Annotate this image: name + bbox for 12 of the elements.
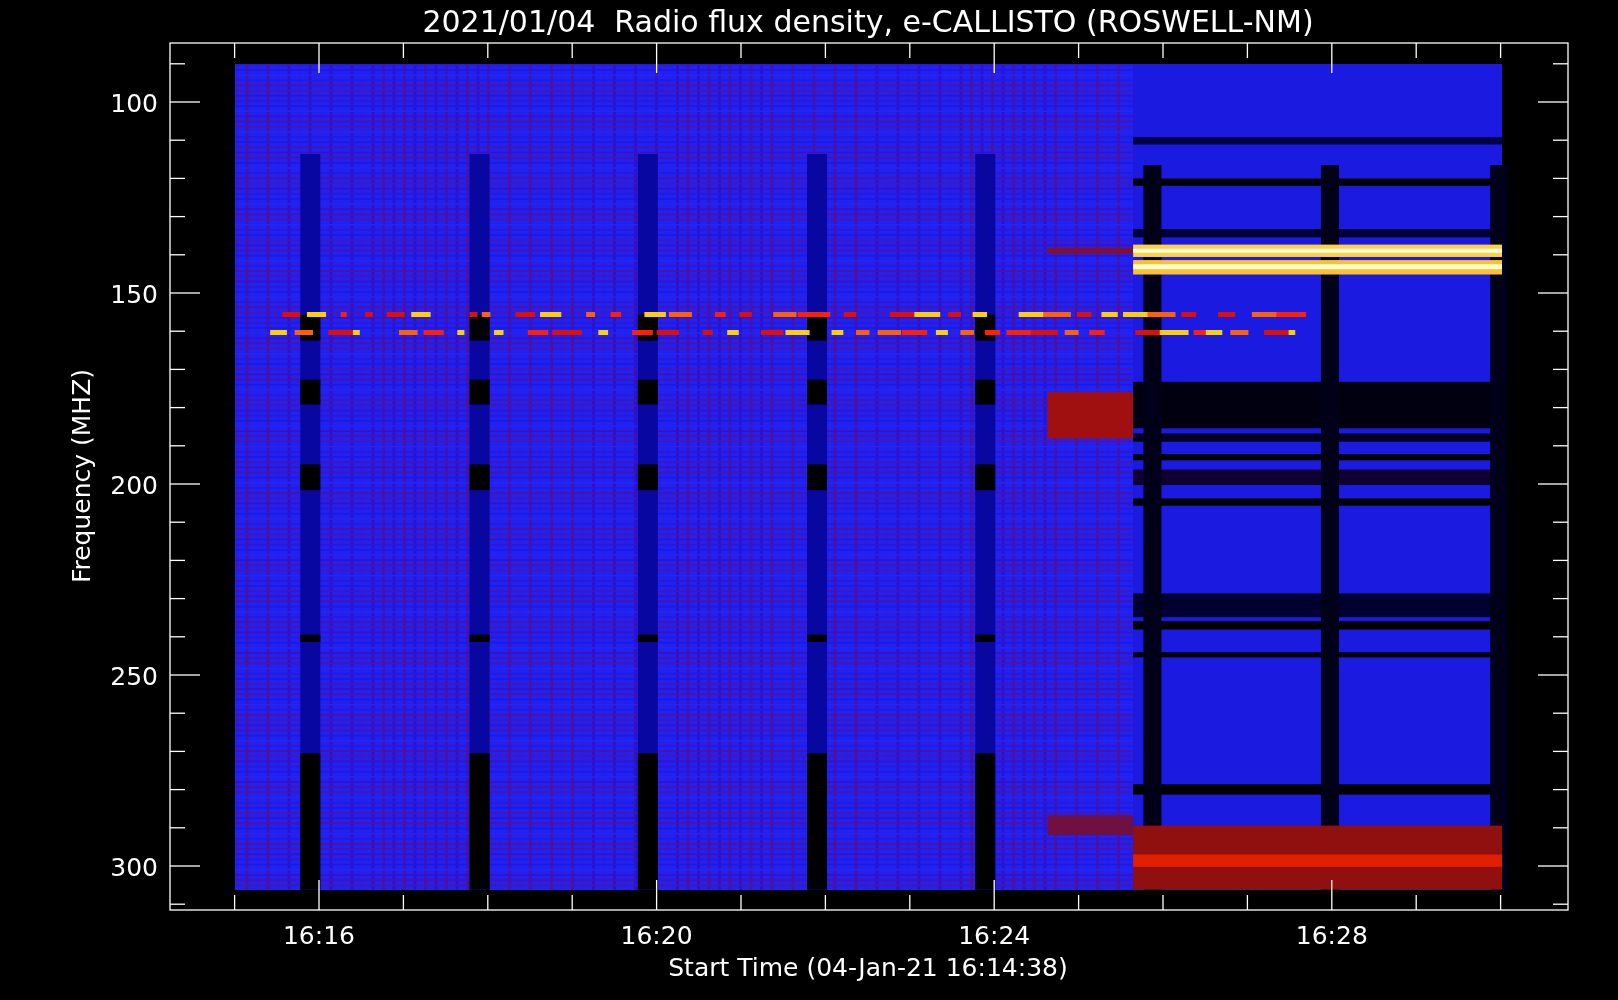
x-axis-label: Start Time (04-Jan-21 16:14:38) — [668, 953, 1068, 982]
y-tick-label: 200 — [110, 471, 158, 500]
y-tick-label: 150 — [110, 280, 158, 309]
x-tick-label: 16:16 — [283, 921, 355, 950]
y-axis-label: Frequency (MHZ) — [67, 368, 96, 584]
x-tick-label: 16:28 — [1295, 921, 1368, 950]
y-tick-label: 300 — [110, 853, 158, 882]
x-tick-label: 16:24 — [958, 921, 1031, 950]
chart-title: 2021/01/04 Radio flux density, e-CALLISTO (ROSWELL-NM) — [422, 4, 1314, 39]
y-tick-label: 250 — [110, 662, 158, 691]
x-tick-label: 16:20 — [620, 921, 693, 950]
y-tick-label: 100 — [110, 89, 158, 118]
